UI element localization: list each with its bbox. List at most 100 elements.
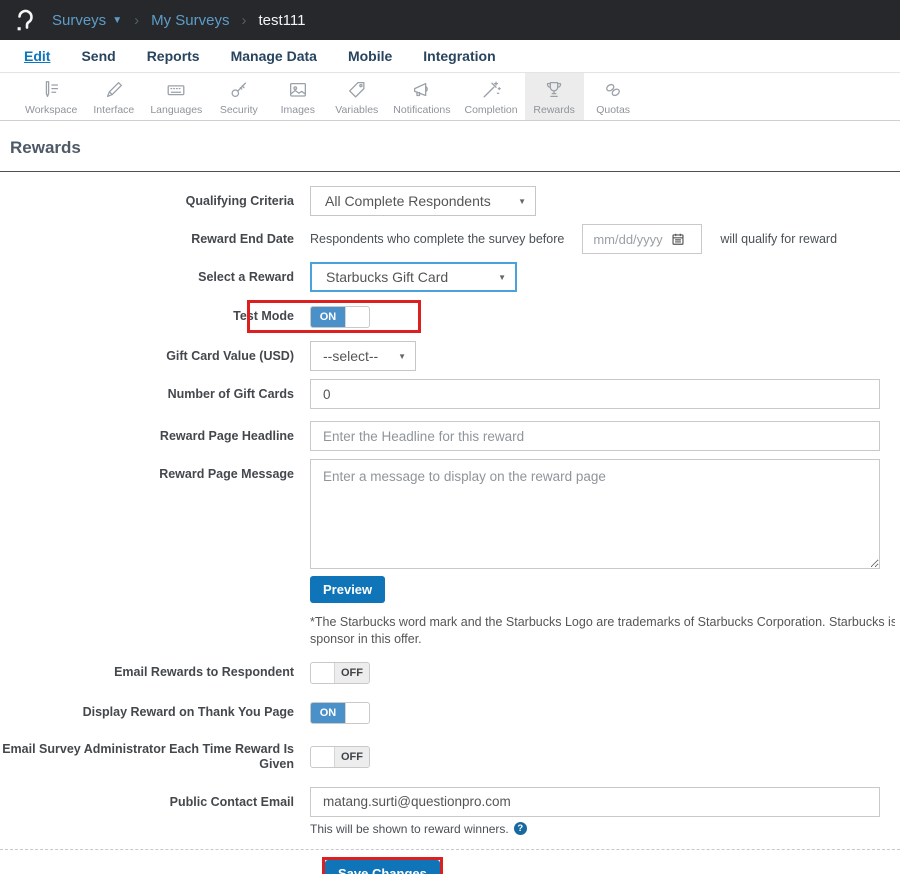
breadcrumb-product-menu[interactable]: Surveys	[52, 12, 106, 29]
nav-tab-reports[interactable]: Reports	[147, 48, 200, 64]
questionpro-logo[interactable]	[12, 7, 38, 33]
end-date-input[interactable]	[593, 231, 672, 247]
breadcrumb-separator: ›	[241, 11, 247, 29]
public-email-row: Public Contact Email This will be shown …	[0, 786, 900, 836]
toolbar-item-languages[interactable]: Languages	[143, 73, 209, 120]
preview-button[interactable]: Preview	[310, 576, 386, 603]
select-reward-row: Select a Reward Starbucks Gift Card ▼	[0, 262, 900, 292]
email-admin-toggle[interactable]: OFF	[310, 745, 370, 768]
calendar-icon[interactable]	[671, 232, 685, 246]
toolbar-item-images[interactable]: Images	[268, 73, 327, 120]
gift-card-value-value: --select--	[323, 348, 379, 364]
top-bar: Surveys ▼ › My Surveys › test111	[0, 0, 900, 40]
dashed-divider	[0, 848, 900, 850]
reward-end-date-label: Reward End Date	[191, 231, 294, 246]
megaphone-icon	[413, 82, 428, 97]
test-mode-label: Test Mode	[233, 309, 294, 323]
num-gift-cards-input[interactable]	[310, 379, 880, 409]
toggle-state-label: ON	[311, 306, 345, 327]
main-nav: Edit Send Reports Manage Data Mobile Int…	[0, 40, 900, 73]
gift-card-value-select[interactable]: --select-- ▼	[310, 341, 416, 371]
toolbar-item-notifications[interactable]: Notifications	[386, 73, 457, 120]
toolbar-item-label: Quotas	[596, 104, 631, 116]
public-email-helper-text: This will be shown to reward winners.	[310, 821, 509, 836]
toolbar-item-workspace[interactable]: Workspace	[18, 73, 84, 120]
chevron-down-icon[interactable]: ▼	[112, 15, 122, 26]
page-title: Rewards	[10, 138, 81, 157]
qualifying-criteria-select[interactable]: All Complete Respondents ▼	[310, 186, 536, 216]
save-changes-button[interactable]: Save Changes	[325, 859, 440, 874]
display-reward-label: Display Reward on Thank You Page	[82, 705, 294, 720]
test-mode-toggle[interactable]: ON	[310, 305, 370, 328]
nav-tab-integration[interactable]: Integration	[423, 48, 495, 64]
end-date-suffix-text: will qualify for reward	[720, 232, 838, 246]
toggle-knob	[345, 702, 369, 723]
toolbar-item-rewards[interactable]: Rewards	[524, 73, 584, 120]
help-icon[interactable]: ?	[513, 822, 527, 836]
nav-tab-edit[interactable]: Edit	[24, 48, 50, 64]
email-admin-row: Email Survey Administrator Each Time Rew…	[0, 742, 900, 772]
toggle-knob	[311, 746, 335, 767]
keyboard-icon	[167, 85, 185, 96]
qualifying-criteria-label: Qualifying Criteria	[185, 193, 294, 208]
chevron-down-icon: ▼	[398, 351, 406, 361]
message-row: Reward Page Message	[0, 459, 900, 569]
num-gift-cards-row: Number of Gift Cards	[0, 379, 900, 409]
toolbar-item-completion[interactable]: Completion	[458, 73, 525, 120]
toolbar-item-variables[interactable]: Variables	[327, 73, 386, 120]
breadcrumb-separator: ›	[134, 11, 140, 29]
starbucks-disclaimer-line2: sponsor in this offer.	[310, 631, 422, 646]
toolbar-item-label: Completion	[464, 104, 518, 116]
toggle-state-label: OFF	[335, 746, 369, 767]
qualifying-criteria-value: All Complete Respondents	[325, 193, 491, 209]
toolbar-item-security[interactable]: Security	[209, 73, 268, 120]
toolbar-item-quotas[interactable]: Quotas	[584, 73, 643, 120]
chain-icon	[606, 83, 621, 97]
email-rewards-toggle[interactable]: OFF	[310, 661, 370, 684]
tag-icon	[348, 82, 365, 98]
rewards-form: Qualifying Criteria All Complete Respond…	[0, 172, 900, 874]
disclaimer-row: *The Starbucks word mark and the Starbuc…	[0, 614, 900, 648]
display-reward-toggle[interactable]: ON	[310, 701, 370, 724]
toolbar-item-label: Interface	[93, 104, 135, 116]
public-email-input[interactable]	[310, 786, 880, 817]
toggle-knob	[345, 306, 369, 327]
select-reward-select[interactable]: Starbucks Gift Card ▼	[310, 262, 517, 292]
select-reward-label: Select a Reward	[198, 269, 294, 284]
key-icon	[231, 82, 246, 98]
end-date-field[interactable]	[582, 224, 703, 254]
pen-icon	[106, 82, 122, 98]
toggle-state-label: OFF	[335, 662, 369, 683]
test-mode-row: Test Mode ON	[0, 300, 900, 333]
save-annotation-box: Save Changes	[322, 856, 443, 874]
chevron-down-icon: ▼	[498, 272, 506, 282]
preview-row: Preview	[0, 576, 900, 603]
public-email-label: Public Contact Email	[169, 794, 294, 809]
toolbar-item-label: Rewards	[533, 104, 575, 116]
headline-row: Reward Page Headline	[0, 421, 900, 451]
edit-toolbar: Workspace Interface Languages Security I…	[0, 73, 900, 121]
select-reward-value: Starbucks Gift Card	[326, 269, 449, 285]
toggle-knob	[311, 662, 335, 683]
toolbar-item-label: Security	[219, 104, 258, 116]
toolbar-item-label: Notifications	[393, 104, 451, 116]
breadcrumb-my-surveys[interactable]: My Surveys	[151, 12, 229, 29]
workspace-icon	[45, 81, 59, 98]
headline-label: Reward Page Headline	[159, 428, 294, 443]
end-date-prefix-text: Respondents who complete the survey befo…	[310, 232, 565, 246]
message-label: Reward Page Message	[159, 467, 294, 481]
display-reward-row: Display Reward on Thank You Page ON	[0, 701, 900, 724]
headline-input[interactable]	[310, 421, 880, 451]
toggle-state-label: ON	[311, 702, 345, 723]
email-rewards-row: Email Rewards to Respondent OFF	[0, 661, 900, 684]
qualifying-criteria-row: Qualifying Criteria All Complete Respond…	[0, 186, 900, 216]
breadcrumb-current-survey: test111	[258, 11, 306, 29]
toolbar-item-interface[interactable]: Interface	[84, 73, 143, 120]
image-icon	[289, 82, 306, 97]
wand-icon	[483, 81, 501, 98]
nav-tab-send[interactable]: Send	[81, 48, 115, 64]
nav-tab-manage-data[interactable]: Manage Data	[231, 48, 317, 64]
gift-card-value-label: Gift Card Value (USD)	[166, 348, 294, 363]
nav-tab-mobile[interactable]: Mobile	[348, 48, 392, 64]
message-textarea[interactable]	[310, 459, 880, 569]
